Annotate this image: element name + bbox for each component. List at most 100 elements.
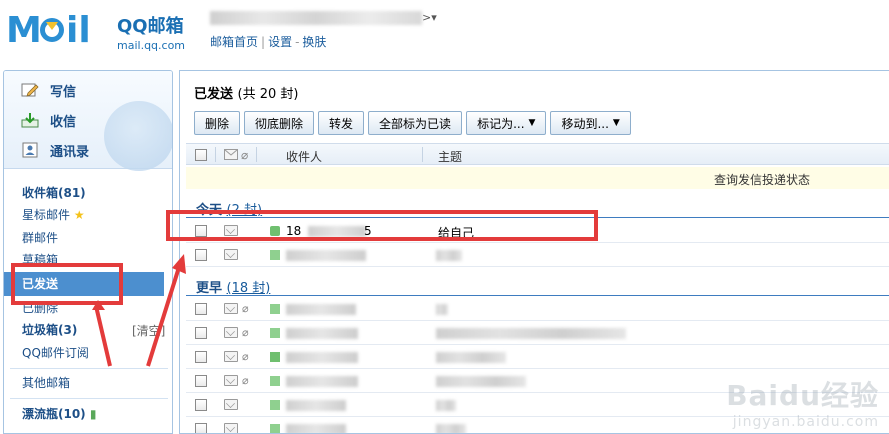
- mailbox-home-link[interactable]: 邮箱首页: [210, 35, 258, 49]
- paperclip-icon: ⌀: [242, 350, 249, 363]
- row-checkbox[interactable]: [195, 351, 207, 363]
- paperclip-icon: ⌀: [242, 302, 249, 315]
- group-divider: [186, 217, 889, 218]
- divider: [215, 147, 216, 162]
- bottle-icon: ▮: [89, 407, 97, 421]
- delivery-status-link[interactable]: 查询发信投递状态: [714, 171, 810, 188]
- row-checkbox[interactable]: [195, 375, 207, 387]
- select-all-checkbox[interactable]: [195, 149, 207, 161]
- recipient-redacted: [286, 352, 358, 363]
- row-checkbox[interactable]: [195, 225, 207, 237]
- status-icon: [270, 424, 280, 433]
- account-name[interactable]: >▾: [210, 10, 437, 25]
- skin-link[interactable]: 换肤: [302, 35, 326, 49]
- subject-redacted: [436, 328, 626, 339]
- table-row[interactable]: ⌀: [186, 321, 889, 345]
- recipient-prefix: 18: [286, 224, 302, 238]
- subject-redacted: [436, 304, 448, 315]
- folder-inbox[interactable]: 收件箱(81): [22, 183, 86, 203]
- page-title: 已发送 (共 20 封): [194, 83, 299, 102]
- envelope-open-icon: [224, 375, 238, 386]
- row-checkbox[interactable]: [195, 423, 207, 433]
- mark-as-dropdown[interactable]: 标记为... ▼: [466, 111, 547, 135]
- row-checkbox[interactable]: [195, 249, 207, 261]
- row-checkbox[interactable]: [195, 327, 207, 339]
- subject-redacted: [436, 376, 526, 387]
- table-row[interactable]: [186, 243, 889, 267]
- status-icon: [270, 304, 280, 314]
- brand-title: QQ邮箱: [117, 16, 184, 37]
- folder-subscription[interactable]: QQ邮件订阅: [22, 343, 89, 363]
- table-row[interactable]: ⌀: [186, 345, 889, 369]
- mark-as-label: 标记为...: [477, 116, 525, 131]
- chevron-down-icon[interactable]: ▾: [431, 11, 437, 24]
- inbox-download-icon: [20, 111, 40, 129]
- recipient-suffix: 5: [364, 224, 372, 238]
- contacts-button[interactable]: 通讯录: [20, 139, 89, 161]
- envelope-open-icon: [224, 399, 238, 410]
- row-subject: 给自己: [438, 226, 475, 240]
- delete-button[interactable]: 删除: [194, 111, 241, 135]
- folder-other-mailboxes[interactable]: 其他邮箱: [22, 373, 70, 393]
- table-row[interactable]: ⌀: [186, 297, 889, 321]
- mark-all-read-button[interactable]: 全部标为已读: [368, 111, 463, 135]
- subject-column-header[interactable]: 主题: [438, 148, 462, 165]
- folder-sent[interactable]: 已发送: [4, 272, 164, 296]
- move-to-dropdown[interactable]: 移动到... ▼: [550, 111, 631, 135]
- address-book-icon: [20, 141, 40, 159]
- watermark-brand: Baidu经验: [726, 379, 879, 412]
- recipient-redacted: [286, 328, 358, 339]
- subject-redacted: [436, 352, 506, 363]
- logo-graphic: M il: [6, 10, 91, 51]
- sidebar-actions: 写信 收信 通讯录: [4, 71, 172, 171]
- group-earlier-label: 更早: [196, 281, 223, 296]
- status-icon: [270, 328, 280, 338]
- brand-domain: mail.qq.com: [117, 39, 186, 52]
- folder-junk[interactable]: 垃圾箱(3): [22, 320, 77, 340]
- compose-label: 写信: [50, 84, 77, 100]
- status-icon: [270, 400, 280, 410]
- envelope-header-icon: [224, 149, 238, 163]
- delivered-check-icon: [270, 226, 280, 236]
- settings-link[interactable]: 设置: [268, 35, 292, 49]
- row-checkbox[interactable]: [195, 399, 207, 411]
- subject-redacted: [436, 400, 456, 411]
- folder-group[interactable]: 群邮件: [22, 228, 58, 248]
- delete-permanently-button[interactable]: 彻底删除: [244, 111, 315, 135]
- group-earlier-count[interactable]: (18 封): [227, 281, 271, 296]
- check-mail-button[interactable]: 收信: [20, 109, 76, 131]
- account-caret[interactable]: >: [422, 11, 431, 24]
- header: M il QQ邮箱 mail.qq.com >▾ 邮箱首页 | 设置 - 换肤: [0, 0, 889, 64]
- forward-button[interactable]: 转发: [318, 111, 365, 135]
- delivered-check-icon: [270, 352, 280, 362]
- group-today-label: 今天: [196, 203, 223, 218]
- envelope-open-icon: [224, 225, 238, 236]
- group-today: 今天 (2 封): [196, 199, 262, 218]
- svg-text:M: M: [6, 10, 42, 50]
- qq-penguin-icon: [104, 101, 172, 171]
- envelope-open-icon: [224, 327, 238, 338]
- compose-button[interactable]: 写信: [20, 79, 76, 101]
- list-header: ⌀ 收件人 主题: [186, 143, 889, 165]
- toolbar: 删除 彻底删除 转发 全部标为已读 标记为... ▼ 移动到... ▼: [194, 111, 631, 135]
- table-row[interactable]: 18 5 给自己: [186, 219, 889, 243]
- paperclip-icon: ⌀: [242, 374, 249, 387]
- watermark-url: jingyan.baidu.com: [732, 414, 879, 430]
- recipient-redacted: [286, 400, 346, 411]
- folder-starred-label: 星标邮件: [22, 208, 71, 222]
- attachment-header-icon: ⌀: [241, 148, 249, 162]
- qq-mail-logo[interactable]: M il: [6, 8, 110, 51]
- folder-drift-bottle[interactable]: 漂流瓶(10) ▮: [22, 404, 96, 424]
- brand-block: QQ邮箱 mail.qq.com: [117, 12, 185, 52]
- sidebar: 写信 收信 通讯录 收件箱(81) 星标邮件 ★ 群邮件 草稿箱 已发送 已删除…: [3, 70, 173, 434]
- row-checkbox[interactable]: [195, 303, 207, 315]
- group-today-count[interactable]: (2 封): [227, 203, 263, 218]
- clear-junk-link[interactable]: [清空]: [132, 322, 165, 339]
- folder-starred[interactable]: 星标邮件 ★: [22, 205, 85, 225]
- divider: [422, 147, 423, 162]
- recipient-column-header[interactable]: 收件人: [286, 148, 322, 165]
- folder-drafts[interactable]: 草稿箱: [22, 250, 58, 270]
- folder-deleted[interactable]: 已删除: [22, 298, 58, 318]
- account-name-redacted: [210, 10, 422, 25]
- envelope-open-icon: [224, 423, 238, 433]
